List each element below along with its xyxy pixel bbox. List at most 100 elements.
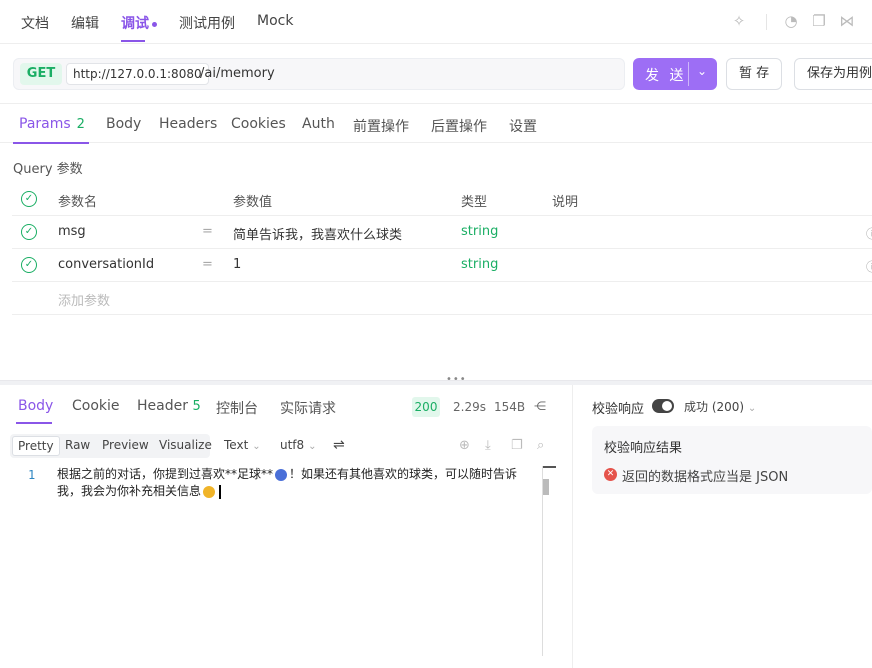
scrollbar-thumb[interactable] [543, 479, 549, 495]
params-count: 2 [76, 117, 85, 132]
resp-tab-actual-request[interactable]: 实际请求 [280, 398, 336, 418]
response-text-part1: 根据之前的对话，你提到过喜欢**足球** [57, 467, 274, 481]
url-bar[interactable]: GET http://127.0.0.1:8080 /ai/memory [13, 58, 625, 90]
equals-sign: = [202, 224, 213, 239]
tab-settings[interactable]: 设置 [509, 116, 537, 136]
row-checkbox[interactable]: ✓ [21, 257, 37, 273]
format-preview[interactable]: Preview [102, 438, 149, 452]
params-table: ✓ 参数名 参数值 类型 说明 ✓ msg = 简单告诉我，我喜欢什么球类 st… [12, 183, 872, 315]
equals-sign: = [202, 257, 213, 272]
encoding-select[interactable]: utf8 ⌄ [280, 438, 317, 452]
response-size: 154B [494, 400, 526, 414]
tab-auth[interactable]: Auth [302, 116, 335, 132]
validation-result-card: 校验响应结果 ✕ 返回的数据格式应当是 JSON [592, 426, 872, 494]
validate-status-select[interactable]: 成功 (200) ⌄ [684, 398, 756, 415]
validate-response-label: 校验响应 [592, 402, 645, 417]
param-type[interactable]: string [461, 224, 498, 239]
active-tab-indicator [16, 422, 52, 424]
tab-debug-label: 调试 [121, 16, 149, 32]
header-desc: 说明 [552, 195, 579, 210]
save-temp-button[interactable]: 暂 存 [726, 58, 783, 90]
add-param-input[interactable]: 添加参数 [58, 290, 110, 309]
format-visualize[interactable]: Visualize [159, 438, 212, 452]
param-value[interactable]: 简单告诉我，我喜欢什么球类 [233, 224, 402, 243]
info-icon[interactable]: ⓘ [866, 225, 872, 242]
chevron-down-icon: ⌄ [308, 441, 317, 452]
chevron-down-icon: ⌄ [747, 403, 757, 414]
content-type-value: Text [224, 438, 249, 452]
table-header-row: ✓ 参数名 参数值 类型 说明 [12, 183, 872, 216]
table-row: ✓ msg = 简单告诉我，我喜欢什么球类 string ⓘ [12, 216, 872, 249]
validate-toggle[interactable] [652, 399, 674, 413]
upload-icon[interactable]: ⊕ [459, 438, 470, 453]
top-toolbar-icons: ✧ ◔ ❐ ⋈ [728, 12, 872, 32]
header-type: 类型 [461, 195, 488, 210]
chevron-down-icon: ⌄ [252, 441, 261, 452]
search-icon[interactable]: ⌕ [537, 438, 544, 453]
send-divider [688, 62, 689, 86]
tab-body[interactable]: Body [106, 116, 141, 132]
send-label: 发 送 [645, 68, 687, 84]
response-body-text[interactable]: 根据之前的对话，你提到过喜欢**足球** ！如果还有其他喜欢的球类，可以随时告诉我… [57, 466, 535, 500]
validation-error-text: 返回的数据格式应当是 JSON [622, 470, 789, 485]
tab-post-ops[interactable]: 后置操作 [431, 116, 487, 136]
history-icon[interactable]: ◔ [782, 12, 800, 30]
tab-pre-ops[interactable]: 前置操作 [353, 116, 409, 136]
row-checkbox[interactable]: ✓ [21, 224, 37, 240]
resp-tab-body[interactable]: Body [18, 398, 53, 414]
param-name[interactable]: msg [58, 224, 86, 239]
tab-docs[interactable]: 文档 [21, 13, 49, 33]
encoding-value: utf8 [280, 438, 305, 452]
query-params-label: Query 参数 [13, 162, 83, 177]
check-all-checkbox[interactable]: ✓ [21, 191, 37, 207]
active-tab-indicator [13, 142, 89, 144]
response-body-editor[interactable]: 1 根据之前的对话，你提到过喜欢**足球** ！如果还有其他喜欢的球类，可以随时告… [0, 463, 556, 668]
method-select[interactable]: GET [20, 63, 62, 85]
magic-wand-icon[interactable]: ✧ [730, 12, 748, 30]
save-as-case-button[interactable]: 保存为用例 [794, 58, 872, 90]
resp-tab-header-label: Header [137, 398, 188, 414]
resp-tab-cookie[interactable]: Cookie [72, 398, 120, 414]
copy-icon[interactable]: ❐ [511, 438, 523, 453]
response-time: 2.29s [453, 400, 486, 414]
tab-cookies[interactable]: Cookies [231, 116, 286, 132]
tab-params-label: Params [19, 116, 71, 132]
download-icon[interactable]: ⤓ [485, 438, 491, 453]
resp-tab-header[interactable]: Header 5 [137, 398, 201, 414]
resp-tab-console[interactable]: 控制台 [216, 398, 258, 418]
format-toggle-group: Pretty Raw Preview Visualize [10, 434, 212, 458]
host-chip[interactable]: http://127.0.0.1:8080 [66, 63, 209, 85]
share-nodes-icon[interactable]: ⋈ [838, 12, 856, 30]
chevron-down-icon[interactable]: ⌄ [697, 64, 707, 78]
table-row: ✓ conversationId = 1 string ⓘ [12, 249, 872, 282]
request-tab-bar: Params 2 Body Headers Cookies Auth 前置操作 后… [0, 103, 872, 144]
send-button[interactable]: 发 送 ⌄ [633, 58, 717, 90]
param-name[interactable]: conversationId [58, 257, 154, 272]
format-raw[interactable]: Raw [65, 438, 90, 452]
content-type-select[interactable]: Text ⌄ [224, 438, 261, 452]
copy-icon[interactable]: ❐ [810, 12, 828, 30]
header-name: 参数名 [58, 195, 98, 210]
path-input[interactable]: /ai/memory [200, 66, 275, 81]
info-icon[interactable]: ⓘ [866, 258, 872, 275]
unsaved-dot [152, 21, 157, 27]
panel-splitter[interactable] [0, 380, 872, 385]
status-badge: 200 [412, 397, 440, 417]
format-pretty[interactable]: Pretty [12, 436, 60, 456]
drag-handle-icon[interactable]: ••• [446, 374, 467, 385]
tab-params[interactable]: Params 2 [19, 116, 85, 132]
param-value[interactable]: 1 [233, 257, 241, 272]
validate-status-value: 成功 (200) [684, 400, 745, 414]
param-type[interactable]: string [461, 257, 498, 272]
tab-mock[interactable]: Mock [257, 13, 293, 29]
tab-headers[interactable]: Headers [159, 116, 217, 132]
validation-result-title: 校验响应结果 [604, 441, 683, 456]
tab-debug[interactable]: 调试 [121, 13, 157, 42]
soccer-ball-emoji-icon [275, 468, 288, 481]
line-number: 1 [28, 468, 36, 482]
tab-edit[interactable]: 编辑 [71, 13, 99, 33]
toolbar-divider [766, 14, 767, 30]
word-wrap-icon[interactable]: ⇌ [333, 437, 345, 453]
tab-test-cases[interactable]: 测试用例 [179, 13, 235, 33]
share-icon[interactable]: ⋲ [534, 399, 546, 413]
